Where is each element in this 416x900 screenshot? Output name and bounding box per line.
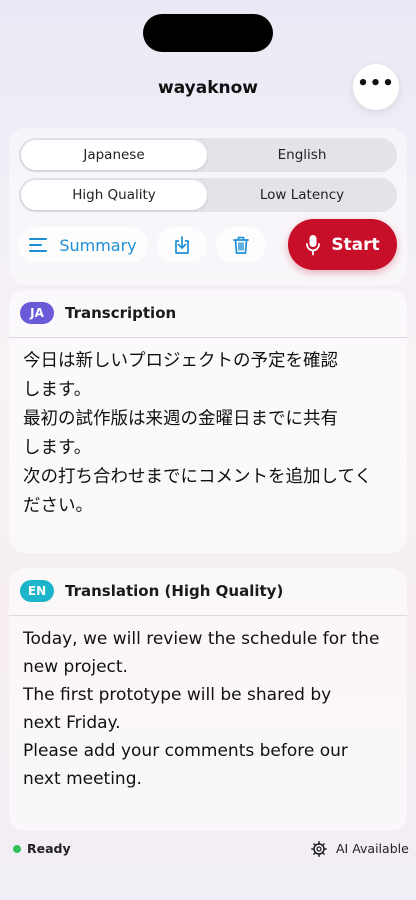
ellipsis-icon: ••• [357, 73, 395, 94]
summary-button[interactable]: Summary [18, 227, 148, 263]
download-icon [175, 236, 189, 254]
save-button[interactable] [157, 227, 207, 263]
language-option-japanese[interactable]: Japanese [21, 140, 207, 170]
transcription-line: 最初の試作版は来週の金曜日までに共有 します。 [23, 409, 338, 458]
translation-header: EN Translation (High Quality) [9, 568, 407, 616]
list-icon [29, 238, 48, 252]
translation-card: EN Translation (High Quality) Today, we … [9, 568, 407, 831]
more-options-button[interactable]: ••• [353, 64, 399, 110]
status-indicator-dot [13, 845, 21, 853]
start-label: Start [331, 234, 380, 255]
quality-option-high[interactable]: High Quality [21, 180, 207, 210]
language-badge-ja: JA [20, 302, 54, 324]
quality-option-low-latency[interactable]: Low Latency [209, 180, 395, 210]
transcription-title: Transcription [65, 304, 177, 322]
translation-title: Translation (High Quality) [65, 582, 284, 600]
transcription-header: JA Transcription [9, 290, 407, 338]
delete-button[interactable] [216, 227, 266, 263]
status-bar: Ready AI Available [0, 838, 416, 860]
summary-label: Summary [59, 235, 137, 255]
controls-panel: Japanese English High Quality Low Latenc… [9, 128, 407, 285]
status-label: Ready [27, 841, 71, 856]
gear-icon [311, 841, 327, 857]
translation-line: The first prototype will be shared by ne… [23, 685, 332, 733]
dynamic-island [143, 14, 273, 52]
start-button[interactable]: Start [288, 219, 397, 270]
transcription-text[interactable]: 今日は新しいプロジェクトの予定を確認 します。 最初の試作版は来週の金曜日までに… [23, 347, 393, 521]
transcription-line: 次の打ち合わせまでにコメントを追加してく ださい。 [23, 467, 372, 516]
language-option-english[interactable]: English [209, 140, 395, 170]
trash-icon [233, 236, 249, 254]
ai-available-label: AI Available [336, 841, 409, 856]
transcription-card: JA Transcription 今日は新しいプロジェクトの予定を確認 します。… [9, 290, 407, 553]
language-toggle: Japanese English [19, 138, 397, 172]
language-badge-en: EN [20, 580, 54, 602]
quality-toggle: High Quality Low Latency [19, 178, 397, 212]
transcription-line: 今日は新しいプロジェクトの予定を確認 します。 [23, 351, 338, 400]
translation-line: Today, we will review the schedule for t… [23, 629, 380, 677]
microphone-icon [306, 234, 321, 255]
translation-line: Please add your comments before our next… [23, 741, 348, 789]
translation-text[interactable]: Today, we will review the schedule for t… [23, 625, 393, 793]
